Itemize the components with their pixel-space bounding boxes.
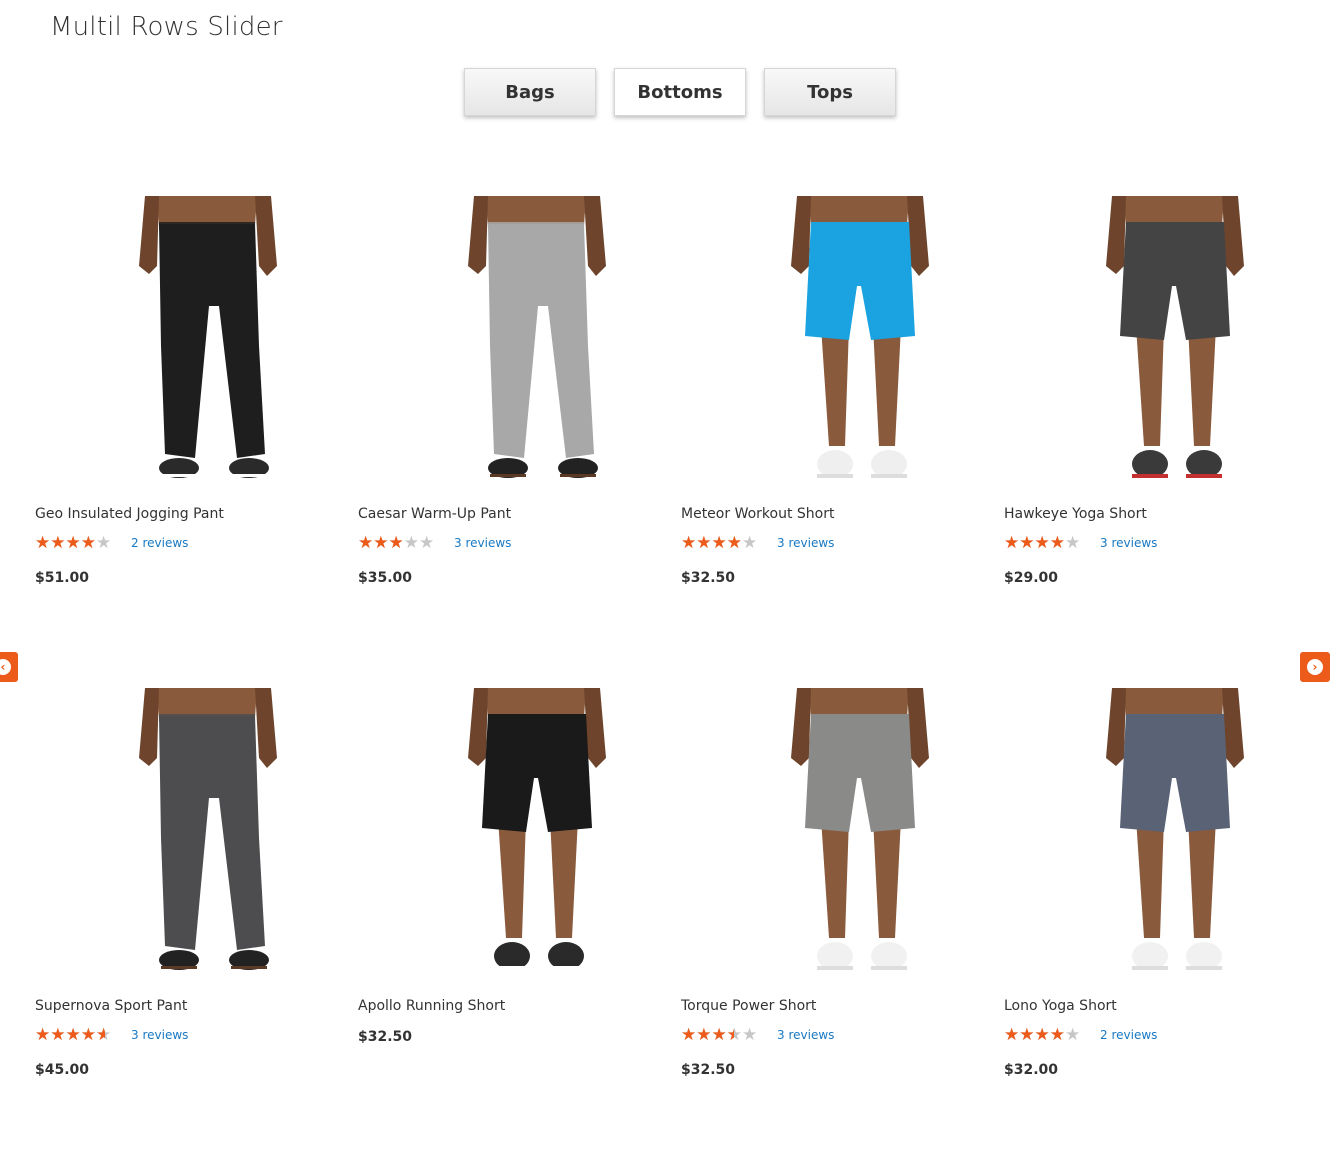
product-image[interactable]	[416, 196, 656, 494]
rating-summary: ★★★★★★★★★★ 3 reviews	[1004, 534, 1157, 552]
star-rating-icon: ★★★★★★★★★★	[1004, 1026, 1081, 1044]
product-name-link[interactable]: Geo Insulated Jogging Pant	[35, 506, 224, 522]
product-price: $29.00	[1004, 570, 1059, 586]
reviews-link[interactable]: 3 reviews	[454, 536, 511, 550]
product-image[interactable]	[87, 688, 327, 986]
product-image[interactable]	[416, 688, 656, 986]
product-price: $32.50	[358, 1029, 413, 1045]
product-price: $51.00	[35, 570, 90, 586]
reviews-link[interactable]: 2 reviews	[1100, 1028, 1157, 1042]
reviews-link[interactable]: 3 reviews	[1100, 536, 1157, 550]
product-name-link[interactable]: Lono Yoga Short	[1004, 998, 1117, 1014]
reviews-link[interactable]: 3 reviews	[777, 536, 834, 550]
product-image[interactable]	[739, 688, 979, 986]
star-rating-icon: ★★★★★★★★★★	[35, 534, 112, 552]
rating-summary: ★★★★★★★★★★ 3 reviews	[358, 534, 511, 552]
product-name-link[interactable]: Supernova Sport Pant	[35, 998, 187, 1014]
product-price: $32.50	[681, 570, 736, 586]
product-image[interactable]	[739, 196, 979, 494]
product-price: $45.00	[35, 1062, 90, 1078]
rating-summary: ★★★★★★★★★★ 3 reviews	[35, 1026, 188, 1044]
product-name-link[interactable]: Apollo Running Short	[358, 998, 505, 1014]
star-rating-icon: ★★★★★★★★★★	[681, 534, 758, 552]
rating-summary: ★★★★★★★★★★ 2 reviews	[35, 534, 188, 552]
product-name-link[interactable]: Caesar Warm-Up Pant	[358, 506, 511, 522]
product-price: $35.00	[358, 570, 413, 586]
reviews-link[interactable]: 3 reviews	[131, 1028, 188, 1042]
reviews-link[interactable]: 3 reviews	[777, 1028, 834, 1042]
product-name-link[interactable]: Meteor Workout Short	[681, 506, 834, 522]
star-rating-icon: ★★★★★★★★★★	[358, 534, 435, 552]
star-rating-icon: ★★★★★★★★★★	[1004, 534, 1081, 552]
product-name-link[interactable]: Torque Power Short	[681, 998, 816, 1014]
star-rating-icon: ★★★★★★★★★★	[35, 1026, 112, 1044]
star-rating-icon: ★★★★★★★★★★	[681, 1026, 758, 1044]
product-image[interactable]	[87, 196, 327, 494]
product-grid: Geo Insulated Jogging Pant ★★★★★★★★★★ 2 re…	[0, 0, 1344, 1157]
rating-summary: ★★★★★★★★★★ 3 reviews	[681, 1026, 834, 1044]
reviews-link[interactable]: 2 reviews	[131, 536, 188, 550]
product-name-link[interactable]: Hawkeye Yoga Short	[1004, 506, 1147, 522]
product-price: $32.00	[1004, 1062, 1059, 1078]
product-price: $32.50	[681, 1062, 736, 1078]
rating-summary: ★★★★★★★★★★ 3 reviews	[681, 534, 834, 552]
product-image[interactable]	[1054, 688, 1294, 986]
product-image[interactable]	[1054, 196, 1294, 494]
rating-summary: ★★★★★★★★★★ 2 reviews	[1004, 1026, 1157, 1044]
